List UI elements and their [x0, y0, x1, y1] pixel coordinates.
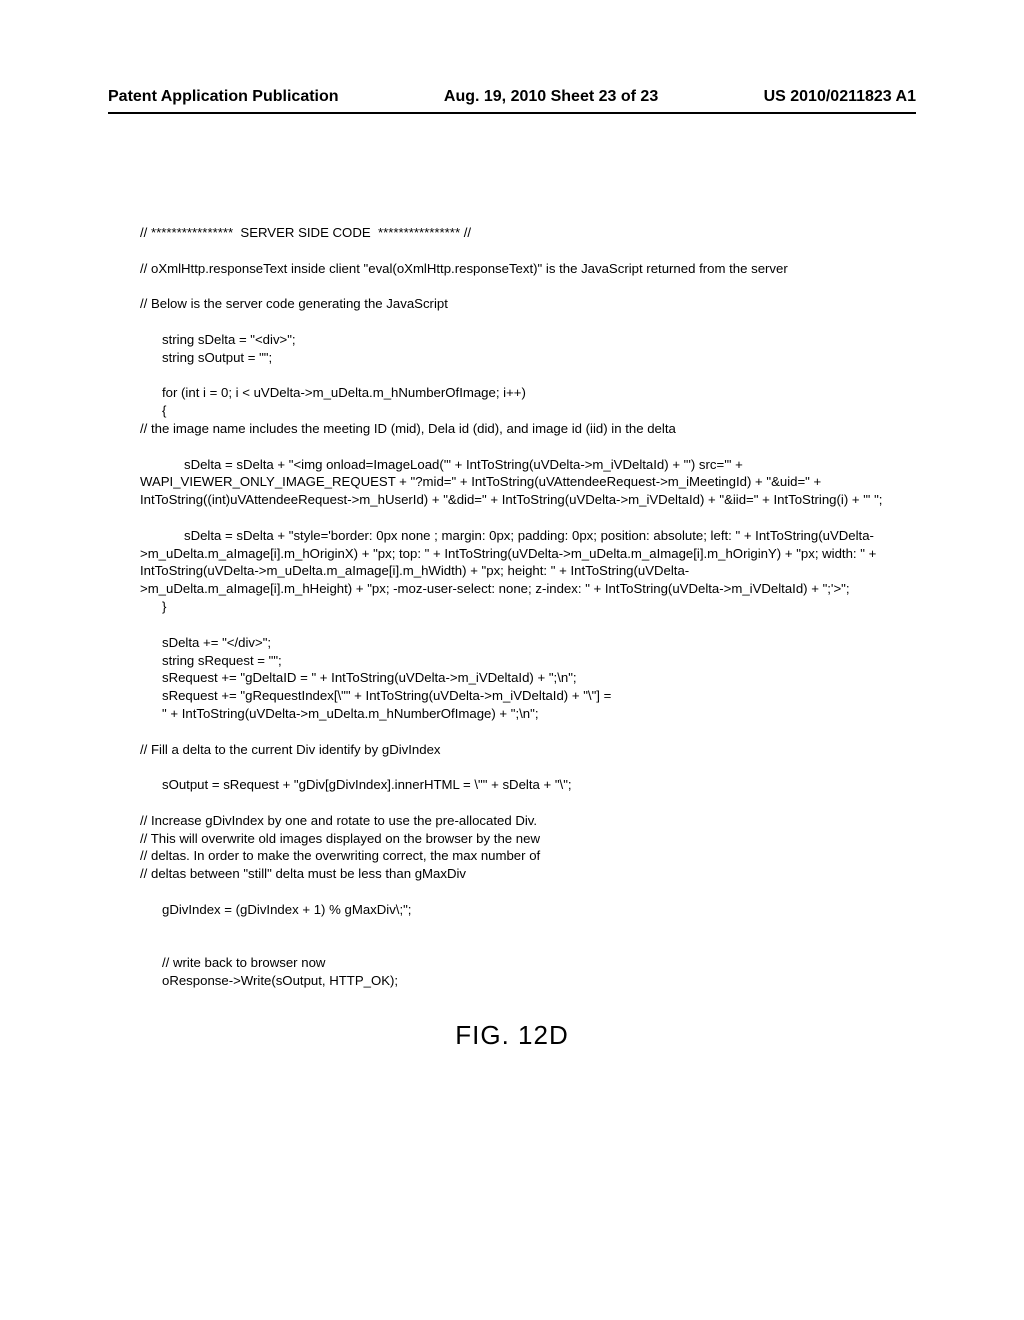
patent-page: Patent Application Publication Aug. 19, … [0, 0, 1024, 1320]
header-left: Patent Application Publication [108, 88, 339, 106]
code-listing: // **************** SERVER SIDE CODE ***… [0, 114, 1024, 990]
header-center: Aug. 19, 2010 Sheet 23 of 23 [444, 88, 658, 106]
header-right: US 2010/0211823 A1 [764, 88, 916, 106]
page-header: Patent Application Publication Aug. 19, … [0, 0, 1024, 106]
figure-label: FIG. 12D [0, 1020, 1024, 1051]
